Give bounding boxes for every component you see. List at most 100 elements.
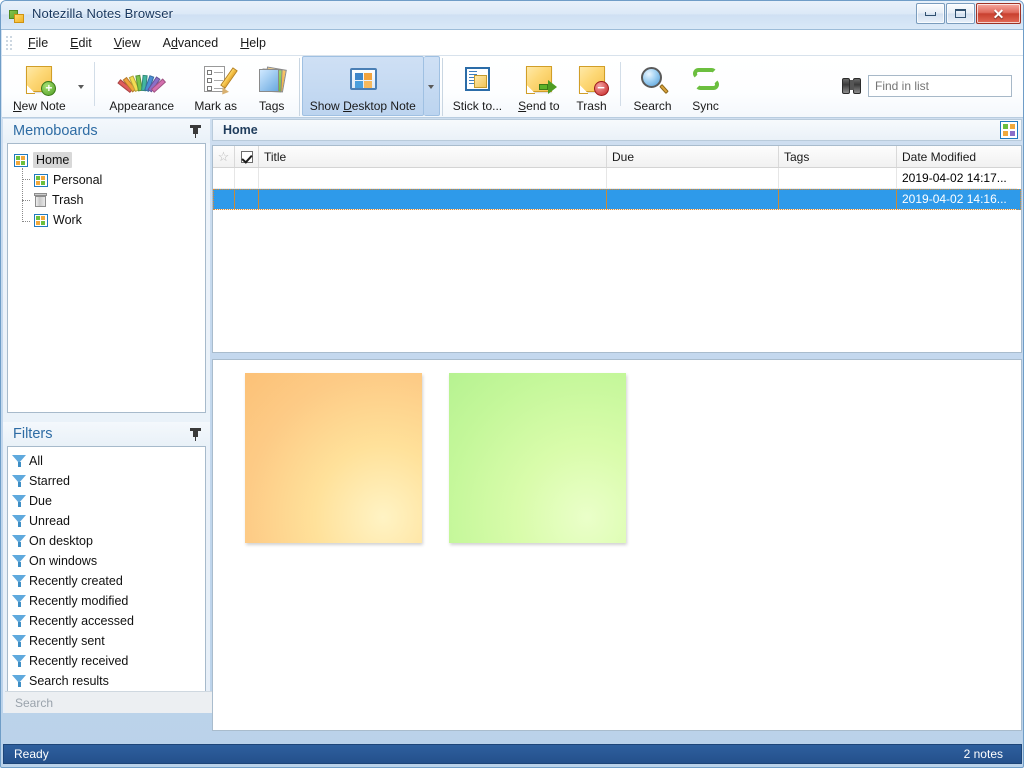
filter-label: Due [29, 494, 52, 508]
cell-star[interactable] [213, 168, 235, 189]
mark-as-icon [200, 63, 232, 97]
menu-help[interactable]: Help [229, 33, 277, 53]
filter-item-on-windows[interactable]: On windows [12, 551, 203, 571]
new-note-button[interactable]: + New Note [2, 56, 74, 116]
memoboards-tree[interactable]: Home Personal Trash Work [7, 143, 206, 413]
column-header-due[interactable]: Due [607, 146, 779, 167]
filter-item-starred[interactable]: Starred [12, 471, 203, 491]
send-to-button[interactable]: Send to [510, 56, 567, 116]
sticky-note-green[interactable] [449, 373, 626, 543]
new-note-dropdown[interactable] [74, 56, 90, 116]
memoboard-icon-button[interactable] [1000, 121, 1018, 139]
funnel-icon [12, 494, 27, 508]
filter-item-recently-modified[interactable]: Recently modified [12, 591, 203, 611]
sync-button[interactable]: Sync [681, 56, 731, 116]
filter-item-search-results[interactable]: Search results [12, 671, 203, 691]
filter-item-recently-created[interactable]: Recently created [12, 571, 203, 591]
column-header-star[interactable]: ☆ [213, 146, 235, 167]
table-row[interactable]: 2019-04-02 14:17... [213, 168, 1021, 189]
memoboard-item-personal[interactable]: Personal [12, 170, 201, 190]
send-to-label: Send to [518, 99, 559, 113]
cell-tags [779, 168, 897, 189]
funnel-icon [12, 534, 27, 548]
appearance-button[interactable]: Appearance [99, 56, 185, 116]
trash-button[interactable]: − Trash [568, 56, 616, 116]
binoculars-icon [842, 78, 862, 95]
sidebar-search-input[interactable]: Search [5, 691, 212, 713]
tags-button[interactable]: Tags [247, 56, 297, 116]
notezilla-icon [9, 8, 25, 24]
filter-item-recently-sent[interactable]: Recently sent [12, 631, 203, 651]
status-bar: Ready 2 notes [3, 744, 1022, 764]
chevron-down-icon [428, 85, 434, 89]
menu-view[interactable]: View [103, 33, 152, 53]
memoboard-item-home[interactable]: Home [12, 150, 201, 170]
filters-header: Filters [3, 422, 210, 446]
show-desktop-note-button[interactable]: Show Desktop Note [302, 56, 424, 116]
filter-label: Recently accessed [29, 614, 134, 628]
trash-icon [34, 193, 47, 207]
table-row[interactable]: 2019-04-02 14:16... [213, 189, 1021, 210]
cell-check[interactable] [235, 168, 259, 189]
sticky-note-orange[interactable] [245, 373, 422, 543]
column-header-title[interactable]: Title [259, 146, 607, 167]
memoboard-item-work[interactable]: Work [12, 210, 201, 230]
stick-to-icon [461, 63, 493, 97]
pin-icon[interactable] [190, 427, 202, 441]
filter-label: Search results [29, 674, 109, 688]
mark-as-button[interactable]: Mark as [185, 56, 247, 116]
memoboard-item-trash[interactable]: Trash [12, 190, 201, 210]
filter-label: Recently created [29, 574, 123, 588]
cell-title [259, 189, 607, 210]
filter-item-recently-received[interactable]: Recently received [12, 651, 203, 671]
sync-label: Sync [692, 99, 719, 113]
filter-item-unread[interactable]: Unread [12, 511, 203, 531]
sidebar-search-placeholder: Search [15, 696, 53, 710]
funnel-icon [12, 474, 27, 488]
menu-edit[interactable]: Edit [59, 33, 103, 53]
notes-list-view[interactable]: ☆ Title Due Tags Date Modified 2019-04-0… [212, 145, 1022, 353]
mark-as-label: Mark as [194, 99, 237, 113]
find-in-list-input[interactable] [868, 75, 1012, 97]
column-header-check[interactable] [235, 146, 259, 167]
page-title: Home [223, 123, 258, 137]
memoboard-label: Trash [52, 193, 84, 207]
funnel-icon [12, 614, 27, 628]
filter-item-on-desktop[interactable]: On desktop [12, 531, 203, 551]
window-controls: ✕ [916, 3, 1021, 24]
cell-tags [779, 189, 897, 210]
menu-file[interactable]: File [17, 33, 59, 53]
minimize-button[interactable] [916, 3, 945, 24]
filter-item-recently-accessed[interactable]: Recently accessed [12, 611, 203, 631]
find-in-list-group [842, 56, 1024, 116]
menu-grip-handle[interactable] [5, 35, 13, 51]
toolbar-separator [299, 58, 300, 116]
filter-label: Recently modified [29, 594, 128, 608]
board-header: Home [212, 119, 1022, 141]
filter-item-all[interactable]: All [12, 451, 203, 471]
funnel-icon [12, 514, 27, 528]
menu-advanced[interactable]: Advanced [152, 33, 230, 53]
magnifier-icon [637, 63, 669, 97]
notes-count: 2 notes [964, 747, 1003, 761]
search-button[interactable]: Search [625, 56, 681, 116]
memoboards-title: Memoboards [13, 123, 98, 139]
checkbox-checked-icon[interactable] [241, 151, 253, 163]
show-desktop-note-label: Show Desktop Note [310, 99, 416, 113]
cell-title [259, 168, 607, 189]
close-button[interactable]: ✕ [976, 3, 1021, 24]
show-desktop-note-dropdown[interactable] [424, 56, 440, 116]
trash-note-icon: − [576, 63, 608, 97]
cell-due [607, 168, 779, 189]
maximize-button[interactable] [946, 3, 975, 24]
pin-icon[interactable] [190, 124, 202, 138]
stick-to-button[interactable]: Stick to... [445, 56, 510, 116]
column-header-date-modified[interactable]: Date Modified [897, 146, 1017, 167]
column-header-tags[interactable]: Tags [779, 146, 897, 167]
filter-item-due[interactable]: Due [12, 491, 203, 511]
filter-label: Recently received [29, 654, 128, 668]
filters-list[interactable]: AllStarred Due UnreadOn desktopOn windows R… [7, 446, 206, 696]
cell-check[interactable] [235, 189, 259, 210]
desktop-note-icon [347, 63, 379, 97]
cell-star[interactable] [213, 189, 235, 210]
